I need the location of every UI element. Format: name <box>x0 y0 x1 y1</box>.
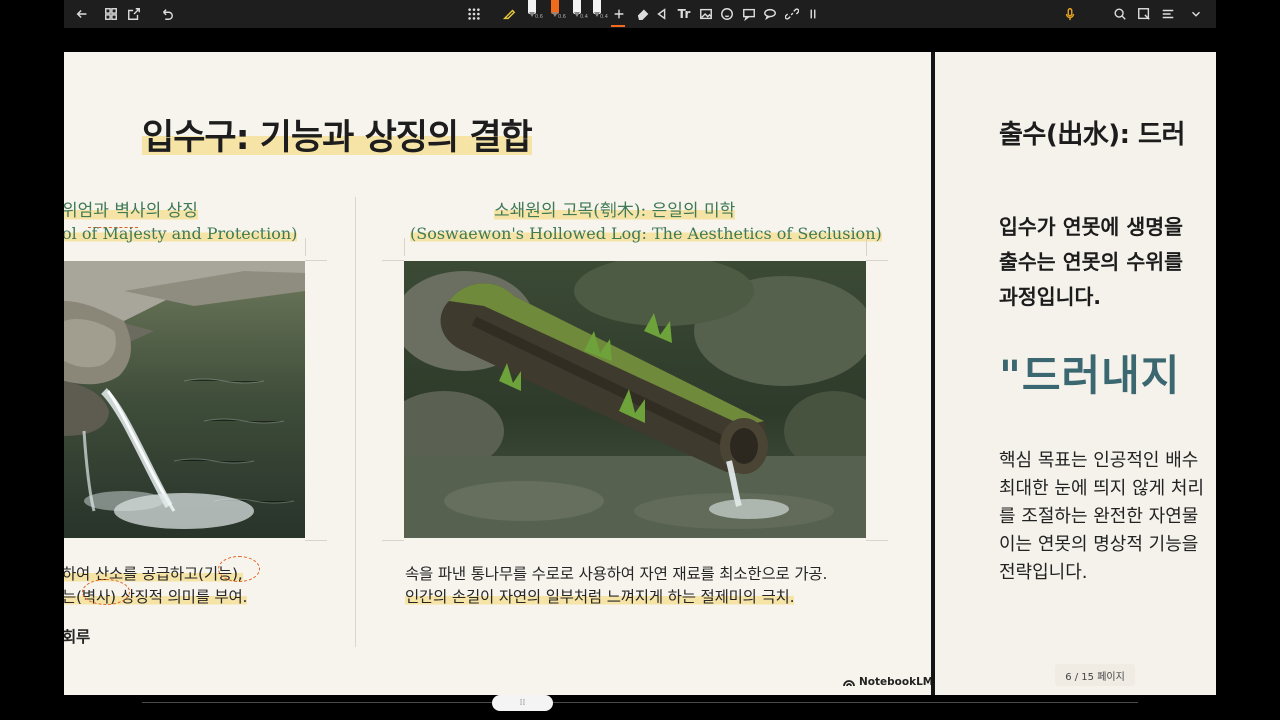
top-toolbar: 0.6 0.6 0.4 0.4 Tr <box>64 0 1216 28</box>
text-icon[interactable]: Tr <box>676 6 692 22</box>
eraser-icon[interactable] <box>635 6 651 22</box>
chevron-down-icon[interactable] <box>1188 6 1204 22</box>
more-icon[interactable] <box>805 6 821 22</box>
next-body-line1: 핵심 목표는 인공적인 배수 <box>999 450 1199 471</box>
left-subtitle-ko: 위엄과 벽사의 상징 <box>64 201 198 221</box>
guide-line <box>305 540 327 541</box>
column-divider <box>355 197 356 647</box>
image-icon[interactable] <box>698 6 714 22</box>
comment-icon[interactable] <box>741 6 757 22</box>
slide-title: 입수구: 기능과 상징의 결합 <box>142 118 533 158</box>
guide-line <box>866 260 888 261</box>
right-subtitle-ko: 소쇄원의 고목(刳木): 은일의 미학 <box>494 201 736 221</box>
current-slide: 입수구: 기능과 상징의 결합 위엄과 벽사의 상징 ol of Majesty… <box>64 52 933 695</box>
next-slide-preview[interactable]: 출수(出水): 드러 입수가 연못에 생명을 출수는 연못의 수위를 과정입니다… <box>935 52 1216 695</box>
next-body-line4: 이는 연못의 명상적 기능을 <box>999 534 1199 555</box>
highlighter-icon[interactable] <box>501 6 517 22</box>
microphone-icon[interactable] <box>1062 6 1078 22</box>
pen-tool-1[interactable]: 0.6 <box>526 0 543 22</box>
ink-circle <box>218 556 260 582</box>
pen-tool-4[interactable]: 0.4 <box>591 0 608 22</box>
apps-grid-icon[interactable] <box>466 6 482 22</box>
scroll-handle[interactable]: ⁞⁞ <box>492 695 553 711</box>
scroll-track <box>142 702 1138 703</box>
guide-line <box>305 238 306 256</box>
pen-tool-2[interactable]: 0.6 <box>549 0 566 22</box>
right-body-line1: 속을 파낸 통나무를 수로로 사용하여 자연 재료를 최소한으로 가공. <box>405 565 828 583</box>
sticker-icon[interactable] <box>719 6 735 22</box>
page-indicator: 6 / 15 페이지 <box>1055 664 1135 686</box>
add-icon[interactable] <box>611 6 627 22</box>
left-subtitle-en: ol of Majesty and Protection) <box>64 224 298 243</box>
left-caption: 회루 <box>64 628 91 646</box>
link-icon[interactable] <box>784 6 800 22</box>
crop-icon[interactable] <box>1136 6 1152 22</box>
active-pen-indicator <box>611 25 625 27</box>
lasso-icon[interactable] <box>654 6 670 22</box>
guide-line <box>305 260 327 261</box>
next-lead-line3: 과정입니다. <box>999 285 1102 309</box>
hollowed-log-photo <box>404 261 866 538</box>
next-lead-line1: 입수가 연못에 생명을 <box>999 215 1184 239</box>
notebooklm-brand: NotebookLM <box>843 676 933 688</box>
guide-line <box>382 260 404 261</box>
next-body-line2: 최대한 눈에 띄지 않게 처리 <box>999 478 1205 499</box>
next-lead-line2: 출수는 연못의 수위를 <box>999 250 1184 274</box>
next-quote: "드러내지 <box>999 351 1181 400</box>
right-body-line2: 인간의 손길이 자연의 일부처럼 느껴지게 하는 절제미의 극치. <box>405 588 795 606</box>
guide-line <box>404 238 405 256</box>
grid-view-icon[interactable] <box>103 6 119 22</box>
next-body-line5: 전략입니다. <box>999 562 1088 583</box>
next-body-line3: 를 조절하는 완전한 자연물 <box>999 506 1199 527</box>
slide-viewer: 입수구: 기능과 상징의 결합 위엄과 벽사의 상징 ol of Majesty… <box>64 52 1216 695</box>
ink-circle <box>82 579 130 605</box>
chat-icon[interactable] <box>762 6 778 22</box>
export-icon[interactable] <box>126 6 142 22</box>
list-icon[interactable] <box>1160 6 1176 22</box>
guide-line <box>866 238 867 256</box>
notebooklm-logo-icon <box>843 679 855 686</box>
dragon-spout-photo <box>64 261 305 538</box>
pen-tool-3[interactable]: 0.4 <box>571 0 588 22</box>
guide-line <box>382 540 404 541</box>
undo-icon[interactable] <box>159 6 175 22</box>
next-slide-title: 출수(出水): 드러 <box>999 120 1185 150</box>
guide-line <box>866 540 888 541</box>
search-icon[interactable] <box>1112 6 1128 22</box>
back-arrow-icon[interactable] <box>74 6 90 22</box>
right-subtitle-en: (Soswaewon's Hollowed Log: The Aesthetic… <box>410 224 882 243</box>
